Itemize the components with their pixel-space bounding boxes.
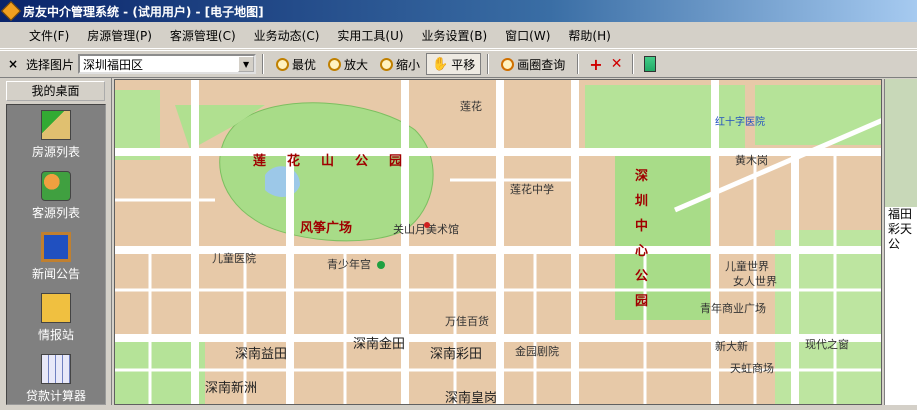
svg-text:公: 公 xyxy=(355,154,368,169)
shennan-jintian-label: 深南金田 xyxy=(353,336,405,352)
map-image-select-value: 深圳福田区 xyxy=(83,57,144,72)
hand-icon: ✋ xyxy=(432,56,449,72)
sidebar: 我的桌面 房源列表 客源列表 新闻公告 情报站 贷款计算器 xyxy=(0,78,112,405)
svg-text:公: 公 xyxy=(635,269,648,284)
circle-query-icon xyxy=(501,57,515,71)
sidebar-item-label: 房源列表 xyxy=(31,145,80,159)
shennan-yitian-label: 深南益田 xyxy=(235,346,287,362)
menu-tools[interactable]: 实用工具(U) xyxy=(328,24,412,47)
kite-square-label: 风筝广场 xyxy=(300,220,352,236)
zoom-in-button[interactable]: 放大 xyxy=(322,53,374,75)
sidebar-item-label: 贷款计算器 xyxy=(25,389,86,403)
sidebar-item-loan-calculator[interactable]: 贷款计算器 xyxy=(7,354,105,410)
electronic-map[interactable]: 莲 花 山 公 园 深 圳 中 心 公 园 风筝广场 关山月美术馆 莲花 莲花中… xyxy=(114,79,882,405)
tv-icon xyxy=(41,232,71,262)
svg-text:圳: 圳 xyxy=(635,193,648,209)
menu-business-updates[interactable]: 业务动态(C) xyxy=(245,24,329,47)
red-cross-hospital-label: 红十字医院 xyxy=(715,115,765,128)
exit-icon[interactable] xyxy=(644,56,657,72)
svg-text:山: 山 xyxy=(321,153,334,169)
zoom-out-icon xyxy=(380,57,394,71)
menu-file[interactable]: 文件(F) xyxy=(20,24,78,47)
overview-minimap[interactable] xyxy=(885,79,917,207)
zoom-out-button[interactable]: 缩小 xyxy=(374,53,426,75)
svg-text:中: 中 xyxy=(635,218,648,234)
svg-text:花: 花 xyxy=(287,153,300,169)
sidebar-item-client-list[interactable]: 客源列表 xyxy=(7,171,105,227)
xindaxin-label: 新大新 xyxy=(715,339,748,353)
envelope-icon xyxy=(41,293,71,323)
toolbar-separator xyxy=(632,54,635,74)
zoom-in-icon xyxy=(328,57,342,71)
toolbar-separator xyxy=(262,54,265,74)
delete-marker-icon[interactable]: ✕ xyxy=(607,56,627,72)
desktop-panel: 房源列表 客源列表 新闻公告 情报站 贷款计算器 xyxy=(6,104,106,405)
wanjia-label: 万佳百货 xyxy=(445,314,489,328)
circle-query-button[interactable]: 画圈查询 xyxy=(495,53,571,75)
lianhua-label: 莲花 xyxy=(460,100,482,113)
sidebar-item-intel[interactable]: 情报站 xyxy=(7,293,105,349)
lianhua-school-label: 莲花中学 xyxy=(510,182,554,196)
zoom-in-label: 放大 xyxy=(344,57,369,72)
huangmugang-label: 黄木岗 xyxy=(735,153,768,167)
best-fit-button[interactable]: 最优 xyxy=(270,53,322,75)
zoom-out-label: 缩小 xyxy=(396,57,421,72)
app-logo-icon xyxy=(1,1,21,21)
toolbar-separator xyxy=(487,54,490,74)
window-title: 房友中介管理系统 - (试用用户) - [电子地图] xyxy=(23,4,264,19)
womens-world-label: 女人世界 xyxy=(733,274,777,288)
calculator-icon xyxy=(41,354,71,384)
jinyuan-label: 金园剧院 xyxy=(515,344,559,358)
select-image-label: 选择图片 xyxy=(26,57,75,72)
circle-query-label: 画圈查询 xyxy=(517,57,566,72)
menu-bar: 文件(F) 房源管理(P) 客源管理(C) 业务动态(C) 实用工具(U) 业务… xyxy=(0,22,917,49)
dropdown-arrow-icon[interactable]: ▼ xyxy=(238,56,255,72)
add-marker-icon[interactable]: + xyxy=(585,55,606,74)
childrens-world-label: 儿童世界 xyxy=(725,259,769,273)
my-desktop-header[interactable]: 我的桌面 xyxy=(6,81,105,101)
pan-label: 平移 xyxy=(451,57,476,72)
youth-palace-marker[interactable] xyxy=(377,261,385,269)
youth-palace-label: 青少年宫 xyxy=(327,257,371,271)
art-museum-marker[interactable] xyxy=(424,222,430,228)
svg-text:园: 园 xyxy=(635,294,648,309)
svg-text:心: 心 xyxy=(635,244,648,259)
shennan-xinzhou-label: 深南新洲 xyxy=(205,380,257,396)
svg-text:深: 深 xyxy=(635,168,648,184)
menu-help[interactable]: 帮助(H) xyxy=(559,24,619,47)
menu-property-management[interactable]: 房源管理(P) xyxy=(78,24,161,47)
shennan-huanggang-label: 深南皇岗 xyxy=(445,390,497,405)
sidebar-item-property-list[interactable]: 房源列表 xyxy=(7,110,105,166)
menu-window[interactable]: 窗口(W) xyxy=(496,24,559,47)
sidebar-item-label: 客源列表 xyxy=(31,206,80,220)
house-icon xyxy=(41,110,71,140)
childrens-hospital-label: 儿童医院 xyxy=(212,251,256,265)
sidebar-item-label: 新闻公告 xyxy=(31,267,80,281)
right-pane: 福田 彩天公 xyxy=(884,79,917,405)
youth-plaza-label: 青年商业广场 xyxy=(700,301,766,315)
svg-text:莲: 莲 xyxy=(253,153,266,169)
map-image-select[interactable]: 深圳福田区 ▼ xyxy=(78,54,257,74)
sidebar-item-news[interactable]: 新闻公告 xyxy=(7,232,105,288)
menu-client-management[interactable]: 客源管理(C) xyxy=(161,24,245,47)
close-map-button[interactable]: × xyxy=(4,55,22,73)
svg-text:园: 园 xyxy=(389,154,402,169)
magnifier-icon xyxy=(276,57,290,71)
pan-button[interactable]: ✋ 平移 xyxy=(426,53,482,75)
right-pane-line-1: 福田 xyxy=(888,207,913,221)
modern-window-label: 现代之窗 xyxy=(805,337,849,351)
toolbar-separator xyxy=(577,54,580,74)
shennan-caitian-label: 深南彩田 xyxy=(430,346,482,362)
sidebar-item-label: 情报站 xyxy=(37,328,74,342)
best-fit-label: 最优 xyxy=(292,57,317,72)
people-icon xyxy=(41,171,71,201)
title-bar: 房友中介管理系统 - (试用用户) - [电子地图] xyxy=(0,0,917,22)
menu-business-settings[interactable]: 业务设置(B) xyxy=(413,24,497,47)
map-canvas[interactable]: 莲 花 山 公 园 深 圳 中 心 公 园 风筝广场 关山月美术馆 莲花 莲花中… xyxy=(115,80,882,405)
tianhong-label: 天虹商场 xyxy=(730,361,774,375)
map-toolbar: × 选择图片 深圳福田区 ▼ 最优 放大 缩小 ✋ 平移 画圈查询 + ✕ xyxy=(0,50,917,78)
right-pane-line-2: 彩天公 xyxy=(888,222,913,251)
